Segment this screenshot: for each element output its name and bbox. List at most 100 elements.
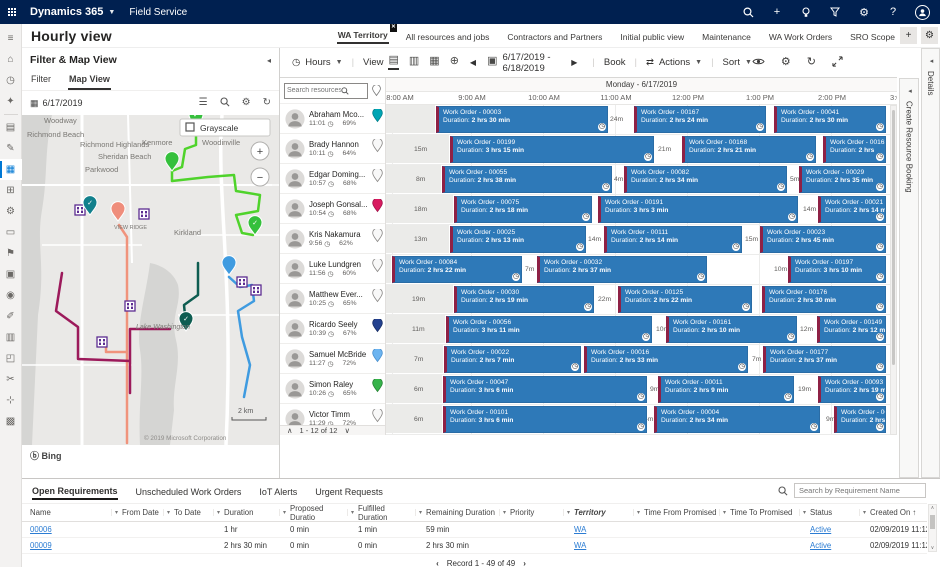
board-gear-icon[interactable]: ⚙ [781,57,791,68]
view-grid-icon[interactable]: ▦ [429,56,439,69]
resource-pin-icon[interactable] [372,379,383,398]
map-zoom-out-button[interactable]: − [251,168,269,186]
book-button[interactable]: Book [604,57,626,68]
work-order-bar[interactable]: Work Order - 00176Duration: 2 hrs 30 min… [762,286,886,313]
schedule-grid[interactable]: 24mWork Order - 00003Duration: 2 hrs 30 … [386,105,897,435]
sort-dropdown[interactable]: Sort▼ [723,57,752,68]
resource-row[interactable]: Joseph Gonsal...10:54◷68% [280,194,385,224]
settings-icon[interactable]: ⚙ [0,201,22,222]
bottom-tab[interactable]: Unscheduled Work Orders [136,484,242,499]
board-tab[interactable]: SRO Scope [849,30,896,44]
board-settings-button[interactable]: ⚙ [921,27,938,44]
search-icon[interactable] [741,5,755,19]
map-refresh-icon[interactable]: ↻ [263,98,271,108]
work-order-bar[interactable]: Work Order - 00101Duration: 3 hrs 6 min◷ [443,406,647,433]
resource-pin-icon[interactable] [372,349,383,368]
search-resources-input[interactable] [287,87,341,94]
resource-row[interactable]: Samuel McBride11:27◷72% [280,344,385,374]
resource-row[interactable]: Edgar Doming...10:57◷68% [280,164,385,194]
document-icon[interactable]: ▥ [0,327,22,348]
work-order-bar[interactable]: Work Order - 00197Duration: 3 hrs 10 min… [788,256,886,283]
chevron-down-icon[interactable]: ▼ [108,9,115,16]
work-order-bar[interactable]: Work Order - 00032Duration: 2 hrs 37 min… [537,256,707,283]
app-name[interactable]: Dynamics 365 [30,6,103,18]
view-rows-icon[interactable]: ▤ [388,55,398,70]
help-icon[interactable]: ? [886,5,900,19]
work-order-bar[interactable]: Work Order - 00004Duration: 2 hrs 34 min… [654,406,820,433]
resource-row[interactable]: Matthew Ever...10:25◷65% [280,284,385,314]
recent-icon[interactable]: ◷ [0,70,22,91]
work-order-bar[interactable]: Work Order - 00041Duration: 2 hrs 30 min… [774,106,886,133]
work-order-bar[interactable]: Work Order - 00075Duration: 2 hrs 18 min… [454,196,592,223]
cut-icon[interactable]: ✂ [0,369,22,390]
resource-row[interactable]: Victor Timm11:29◷72% [280,404,385,425]
board-tab[interactable]: Maintenance [701,30,752,44]
filter-caret-icon[interactable]: ▾ [163,509,170,516]
cell-link[interactable]: 00006 [30,525,52,534]
filter-caret-icon[interactable]: ▾ [213,509,220,516]
work-order-bar[interactable]: Work Order - 00168Duration: 2 hrs 21 min… [682,136,816,163]
work-order-bar[interactable]: Work Order - 00030Duration: 2 hrs 19 min… [454,286,594,313]
actions-dropdown[interactable]: ⇄Actions▼ [646,57,702,68]
lightbulb-icon[interactable] [799,5,813,19]
activities-icon[interactable]: ✎ [0,138,22,159]
work-order-bar[interactable]: Work Order - 00163Duration: 2 hrs◷ [823,136,886,163]
filter-caret-icon[interactable]: ▾ [633,509,640,516]
details-strip[interactable]: ◂Details [921,48,940,478]
gear-icon[interactable]: ⚙ [857,5,871,19]
pager-down-icon[interactable]: ∨ [344,426,350,435]
filter-caret-icon[interactable]: ▾ [347,509,354,516]
work-order-bar[interactable]: Work Order - 00111Duration: 2 hrs 14 min… [604,226,742,253]
edit-icon[interactable]: ✐ [0,306,22,327]
add-board-button[interactable]: + [900,27,917,44]
map[interactable]: ✓ ✓ ✓ ✓ WoodwayRichmond BeachRichmond Hi… [22,115,279,445]
resource-pin-icon[interactable] [372,289,383,308]
flag-icon[interactable]: ⚑ [0,243,22,264]
expand-icon[interactable] [832,56,843,70]
board-tab[interactable]: Initial public view [619,30,685,44]
cell-link[interactable]: Active [810,541,831,550]
cell-link[interactable]: WA [574,541,586,550]
asset-icon[interactable]: ◰ [0,348,22,369]
work-order-bar[interactable]: Work Order - 00016Duration: 2 hrs 33 min… [584,346,748,373]
tab-close-icon[interactable]: ✕ [390,24,397,32]
dashboard-icon[interactable]: ▤ [0,117,22,138]
resource-pin-icon[interactable] [372,229,383,248]
org-icon[interactable]: ⊹ [0,390,22,411]
show-pins-icon[interactable] [372,85,381,97]
cell-link[interactable]: Active [810,525,831,534]
work-order-bar[interactable]: Work Order - 00056Duration: 3 hrs 11 min… [446,316,652,343]
pager-up-icon[interactable]: ∧ [287,426,293,435]
work-order-bar[interactable]: Work Order - 00167Duration: 2 hrs 24 min… [634,106,766,133]
view-map-icon[interactable]: ⊕ [450,56,459,69]
work-order-bar[interactable]: Work Order - 00025Duration: 2 hrs 13 min… [450,226,586,253]
resource-pin-icon[interactable] [372,319,383,338]
pinned-icon[interactable]: ✦ [0,91,22,112]
next-date-icon[interactable]: ▶ [571,58,577,67]
work-order-bar[interactable]: Work Order - 00177Duration: 2 hrs 37 min… [763,346,886,373]
map-date-picker[interactable]: ▦6/17/2019 [30,98,83,109]
layers-icon[interactable]: ☰ [199,98,208,108]
work-order-bar[interactable]: Work Order - 00082Duration: 2 hrs 34 min… [624,166,787,193]
work-order-bar[interactable]: Work Order - 00093Duration: 2 hrs 19 min… [818,376,886,403]
table-vertical-scrollbar[interactable]: ∧∨ [928,504,937,552]
filter-caret-icon[interactable]: ▾ [563,509,570,516]
bottom-tab[interactable]: IoT Alerts [259,484,297,499]
map-zoom-in-button[interactable]: + [251,142,269,160]
view-columns-icon[interactable]: ▥ [409,56,419,69]
work-order-bar[interactable]: Work Order - 00011Duration: 2 hrs 9 min◷ [658,376,794,403]
work-order-bar[interactable]: Work Order - 00029Duration: 2 hrs 35 min… [799,166,886,193]
board-tab[interactable]: Contractors and Partners [506,30,603,44]
board-tab[interactable]: WA Work Orders [768,30,833,44]
refresh-icon[interactable]: ↻ [807,57,816,68]
work-order-bar[interactable]: Work Order - 00125Duration: 2 hrs 22 min… [618,286,752,313]
resource-pin-icon[interactable] [372,199,383,218]
collapse-panel-icon[interactable]: ◂ [267,56,271,65]
tab-map-view[interactable]: Map View [68,72,111,90]
work-order-bar[interactable]: Work Order - 00023Duration: 2 hrs 45 min… [760,226,886,253]
create-resource-booking-strip[interactable]: ◂Create Resource Booking [899,78,919,478]
resource-row[interactable]: Luke Lundgren11:56◷60% [280,254,385,284]
filter-caret-icon[interactable]: ▾ [799,509,806,516]
prev-date-icon[interactable]: ◀ [470,58,476,67]
waffle-menu-icon[interactable] [0,0,24,24]
